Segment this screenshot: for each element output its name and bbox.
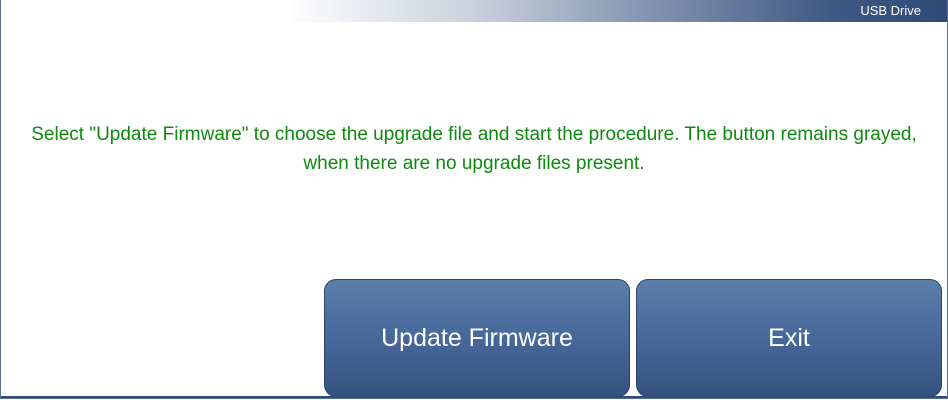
screen-title: USB Drive	[860, 3, 921, 18]
usb-drive-screen: USB Drive Select "Update Firmware" to ch…	[0, 0, 948, 399]
bottom-border	[1, 396, 947, 398]
exit-button[interactable]: Exit	[636, 279, 942, 397]
title-bar: USB Drive	[1, 0, 947, 22]
exit-label: Exit	[768, 323, 810, 352]
update-firmware-label: Update Firmware	[381, 323, 573, 352]
instruction-message: Select "Update Firmware" to choose the u…	[31, 124, 917, 174]
update-firmware-button[interactable]: Update Firmware	[324, 279, 630, 397]
